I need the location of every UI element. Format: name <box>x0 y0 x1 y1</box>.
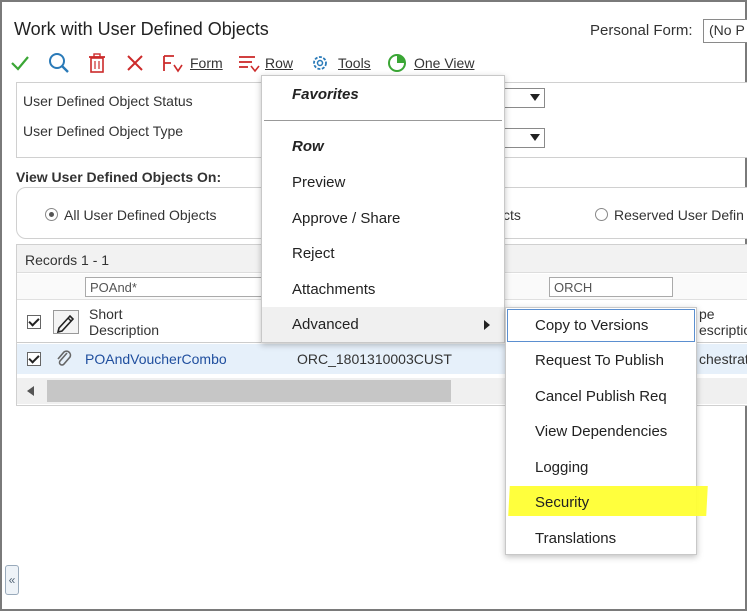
advanced-submenu: Copy to Versions Request To Publish Canc… <box>505 307 708 555</box>
tools-menu-label: Tools <box>338 55 371 71</box>
menu-item-advanced-label: Advanced <box>292 316 359 333</box>
one-view-button[interactable]: One View <box>387 48 474 78</box>
scroll-left-icon[interactable] <box>27 386 34 396</box>
checkmark-icon <box>11 56 29 71</box>
close-button[interactable] <box>126 48 144 78</box>
row-exit-icon <box>239 56 260 73</box>
radio-reserved-label: Reserved User Defin <box>614 207 744 223</box>
row-object-name: ORC_1801310003CUST <box>297 351 452 367</box>
column-short-line2: Description <box>89 322 160 338</box>
paperclip-icon[interactable] <box>55 349 73 369</box>
submenu-item-cancel-publish-req[interactable]: Cancel Publish Req <box>506 384 696 408</box>
close-icon <box>127 55 143 71</box>
row-type-description: chestrati <box>699 351 747 367</box>
filter-type[interactable]: ORCH <box>549 277 673 297</box>
toolbar: Form Row Tools One View <box>2 48 747 78</box>
menu-item-approve-share[interactable]: Approve / Share <box>262 206 504 230</box>
column-type-line2: escription <box>699 322 747 338</box>
submenu-item-security[interactable]: Security <box>506 490 696 514</box>
records-count: Records 1 - 1 <box>25 252 110 268</box>
ok-button[interactable] <box>10 48 30 78</box>
trash-icon <box>89 53 105 73</box>
app-window: Work with User Defined Objects Personal … <box>0 0 747 611</box>
submenu-item-translations[interactable]: Translations <box>506 526 696 550</box>
select-all-checkbox[interactable] <box>27 315 41 329</box>
submenu-item-view-dependencies[interactable]: View Dependencies <box>506 419 696 443</box>
row-menu: Favorites Row Preview Approve / Share Re… <box>261 75 505 343</box>
filter-short-description[interactable]: POAnd* <box>85 277 263 297</box>
menu-row-header: Row <box>292 137 324 155</box>
radio-all-objects[interactable] <box>45 208 58 221</box>
form-menu-button[interactable]: Form <box>162 48 223 78</box>
row-menu-label: Row <box>265 55 294 71</box>
column-short-line1: Short <box>89 306 123 322</box>
type-select[interactable] <box>501 128 545 148</box>
chevron-down-icon <box>530 94 540 101</box>
submenu-item-copy-to-versions[interactable]: Copy to Versions <box>506 313 696 337</box>
menu-item-advanced[interactable]: Advanced <box>262 307 504 342</box>
row-checkbox[interactable] <box>27 352 41 366</box>
form-menu-label: Form <box>190 55 223 71</box>
personal-form-select[interactable]: (No P <box>703 19 747 43</box>
collapse-panel-button[interactable]: « <box>5 565 19 595</box>
type-label: User Defined Object Type <box>23 123 184 139</box>
tools-menu-button[interactable]: Tools <box>310 48 371 78</box>
radio-all-objects-label: All User Defined Objects <box>64 207 217 223</box>
menu-item-preview[interactable]: Preview <box>262 170 504 194</box>
scrollbar-thumb[interactable] <box>47 380 451 402</box>
pie-chart-icon <box>388 54 406 72</box>
pencil-icon <box>56 314 75 334</box>
chevron-right-icon <box>484 320 490 330</box>
submenu-item-request-to-publish[interactable]: Request To Publish <box>506 348 696 372</box>
double-chevron-left-icon: « <box>8 573 16 587</box>
edit-row-header-button[interactable] <box>53 310 79 334</box>
delete-button[interactable] <box>88 48 106 78</box>
column-type-line1: pe <box>699 306 715 322</box>
radio-reserved-objects[interactable] <box>595 208 608 221</box>
personal-form-label: Personal Form: <box>590 22 693 39</box>
submenu-item-logging[interactable]: Logging <box>506 455 696 479</box>
one-view-label: One View <box>414 55 475 71</box>
menu-favorites-header: Favorites <box>292 85 359 103</box>
column-type-description[interactable]: pe escription <box>699 306 747 338</box>
row-menu-button[interactable]: Row <box>238 48 293 78</box>
page-title: Work with User Defined Objects <box>14 19 269 39</box>
gear-icon <box>313 56 327 70</box>
form-exit-icon <box>163 55 183 73</box>
menu-item-attachments[interactable]: Attachments <box>262 277 504 301</box>
find-button[interactable] <box>48 48 70 78</box>
status-label: User Defined Object Status <box>23 93 193 109</box>
column-short-description[interactable]: Short Description <box>89 306 159 338</box>
search-icon <box>49 53 69 73</box>
status-select[interactable] <box>501 88 545 108</box>
chevron-down-icon <box>530 134 540 141</box>
menu-item-reject[interactable]: Reject <box>262 241 504 265</box>
view-on-label: View User Defined Objects On: <box>16 169 222 185</box>
menu-separator <box>264 120 502 121</box>
radio-middle-label: cts <box>503 207 521 223</box>
row-short-description-link[interactable]: POAndVoucherCombo <box>85 351 227 367</box>
